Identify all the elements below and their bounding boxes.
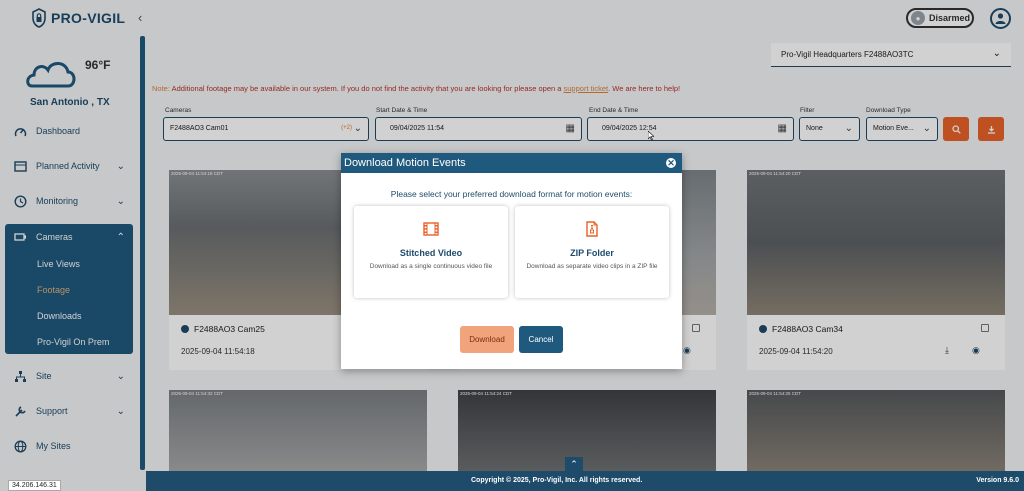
mouse-cursor-icon: [648, 131, 654, 140]
footer: Copyright © 2025, Pro-Vigil, Inc. All ri…: [146, 471, 1024, 491]
modal-header: Download Motion Events: [341, 153, 682, 173]
modal-download-button[interactable]: Download: [460, 326, 514, 353]
modal-title: Download Motion Events: [344, 157, 466, 169]
option-description: Download as separate video clips in a ZI…: [526, 263, 658, 270]
option-title: Stitched Video: [399, 248, 463, 258]
stitched-video-option[interactable]: Stitched Video Download as a single cont…: [354, 206, 508, 298]
close-icon[interactable]: ✕: [664, 156, 678, 170]
modal-subtitle: Please select your preferred download fo…: [390, 189, 633, 199]
download-motion-events-modal: Download Motion Events ✕ Please select y…: [341, 153, 682, 369]
ip-address-badge: 34.206.146.31: [8, 480, 61, 491]
zip-file-icon: [586, 221, 598, 237]
film-icon: [423, 222, 439, 236]
scroll-to-top-button[interactable]: ⌃: [565, 457, 583, 471]
option-description: Download as a single continuous video fi…: [369, 263, 493, 270]
option-title: ZIP Folder: [570, 248, 614, 258]
zip-folder-option[interactable]: ZIP Folder Download as separate video cl…: [515, 206, 669, 298]
version-text: Version 9.6.0: [976, 477, 1019, 484]
modal-cancel-button[interactable]: Cancel: [519, 326, 563, 353]
copyright-text: Copyright © 2025, Pro-Vigil, Inc. All ri…: [471, 477, 643, 484]
